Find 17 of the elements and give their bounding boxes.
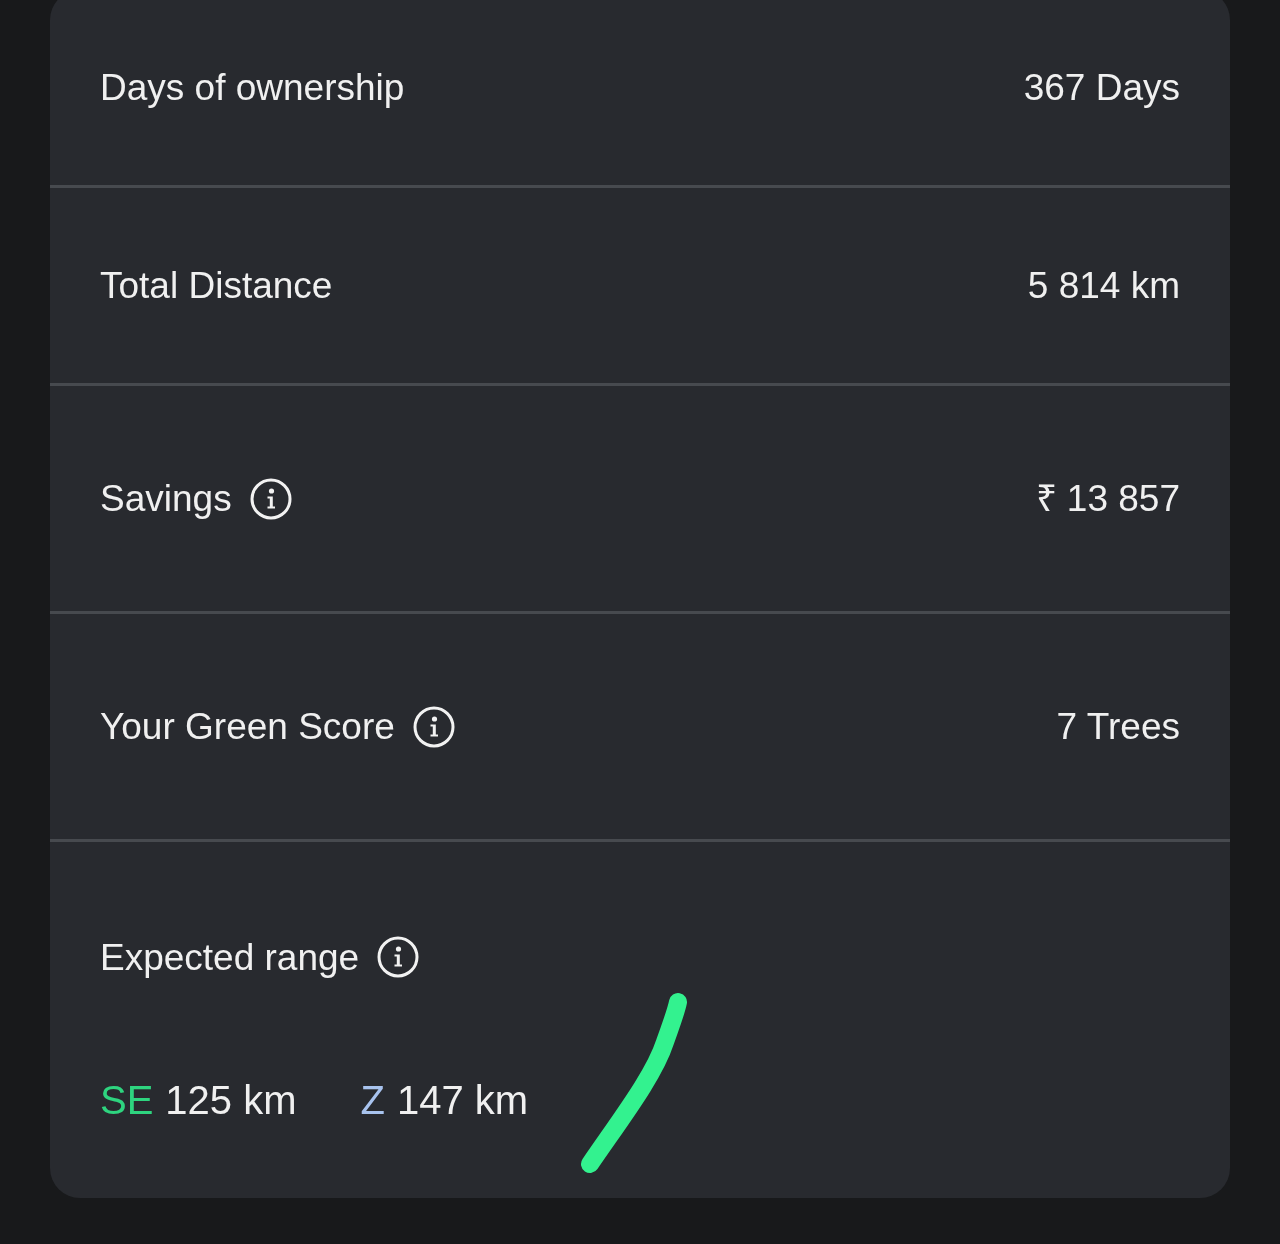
stat-label: Your Green Score xyxy=(100,708,395,745)
range-value: 125 km xyxy=(165,1080,297,1120)
info-icon[interactable] xyxy=(412,705,455,748)
range-variant-code: SE xyxy=(100,1080,154,1120)
stat-value: ₹ 13 857 xyxy=(1035,480,1180,517)
info-icon[interactable] xyxy=(249,477,292,520)
stat-value: 7 Trees xyxy=(1056,708,1180,745)
stat-label: Total Distance xyxy=(100,267,333,304)
stat-value: 367 Days xyxy=(1023,69,1180,106)
stat-label: Days of ownership xyxy=(100,69,405,106)
stat-label: Savings xyxy=(100,480,232,517)
marker-stroke-icon xyxy=(580,992,690,1174)
info-icon[interactable] xyxy=(377,936,420,978)
stat-label: Expected range xyxy=(100,938,360,976)
stat-value: 5 814 km xyxy=(1027,267,1180,304)
range-variant-code: Z xyxy=(360,1080,385,1120)
range-value: 147 km xyxy=(396,1080,529,1120)
